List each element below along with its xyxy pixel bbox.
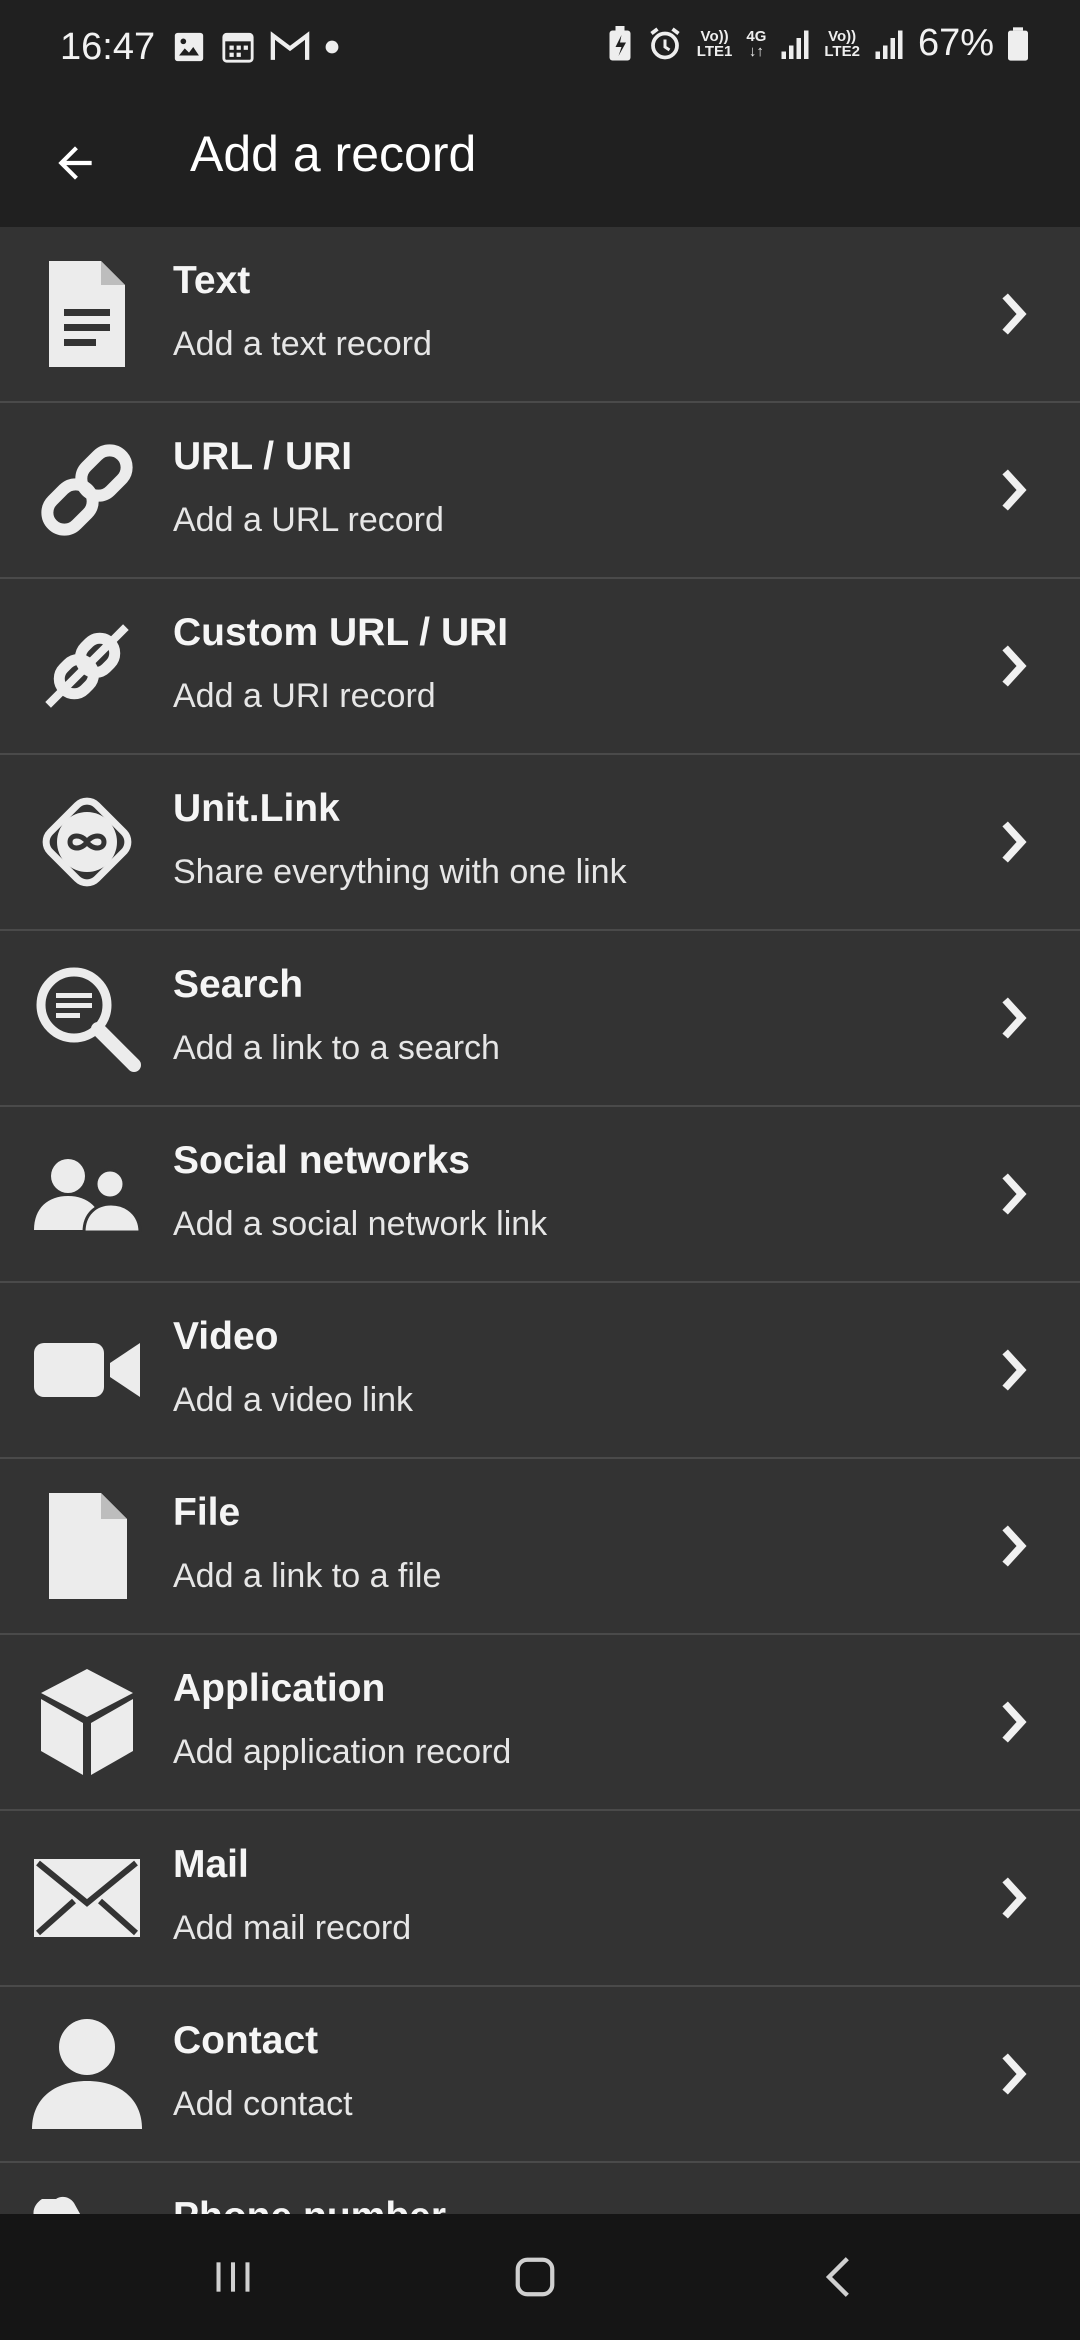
record-item-subtitle: Add a video link xyxy=(173,1381,414,1419)
recent-apps-button[interactable] xyxy=(193,2242,273,2312)
record-item-url[interactable]: URL / URI Add a URL record xyxy=(0,403,1080,579)
record-item-title: Phone number xyxy=(173,2193,446,2214)
calendar-icon xyxy=(222,32,254,63)
record-item-video[interactable]: Video Add a video link xyxy=(0,1283,1080,1459)
record-item-custom-url[interactable]: Custom URL / URI Add a URI record xyxy=(0,579,1080,755)
gmail-icon xyxy=(270,31,310,60)
record-item-title: Text xyxy=(173,259,251,302)
record-item-subtitle: Add contact xyxy=(173,2085,353,2123)
status-time: 16:47 xyxy=(60,26,156,68)
link-icon xyxy=(30,433,144,547)
record-item-subtitle: Add a URL record xyxy=(173,501,444,539)
network-4g-icon: 4G ↓↑ xyxy=(746,27,767,60)
system-back-button[interactable] xyxy=(800,2242,880,2312)
system-navigation-bar xyxy=(0,2214,1080,2340)
gallery-icon xyxy=(174,32,204,62)
custom-link-icon xyxy=(30,609,144,723)
back-chevron-icon xyxy=(825,2257,849,2297)
chevron-right-icon xyxy=(990,991,1040,1045)
volte-sim2-icon: Vo)) LTE2 xyxy=(824,27,860,60)
page-title: Add a record xyxy=(190,126,477,182)
home-button[interactable] xyxy=(495,2242,575,2312)
cube-icon xyxy=(30,1665,144,1779)
home-icon xyxy=(515,2257,555,2297)
text-document-icon xyxy=(30,257,144,371)
phone-icon xyxy=(30,2193,144,2214)
record-item-title: Unit.Link xyxy=(173,787,340,830)
record-item-search[interactable]: Search Add a link to a search xyxy=(0,931,1080,1107)
volte-sim1-icon: Vo)) LTE1 xyxy=(696,27,733,60)
record-item-text[interactable]: Text Add a text record xyxy=(0,227,1080,403)
app-bar: Add a record xyxy=(0,100,1080,227)
record-item-title: Video xyxy=(173,1315,279,1358)
chevron-right-icon xyxy=(990,287,1040,341)
chevron-right-icon xyxy=(990,1695,1040,1749)
record-item-subtitle: Add mail record xyxy=(173,1909,412,1947)
person-icon xyxy=(30,2017,144,2131)
record-item-phone-number[interactable]: Phone number xyxy=(0,2163,1080,2214)
back-button[interactable] xyxy=(40,128,110,198)
record-item-subtitle: Share everything with one link xyxy=(173,853,627,891)
arrow-back-icon xyxy=(58,146,92,180)
notification-icons xyxy=(172,30,340,64)
chevron-right-icon xyxy=(990,1871,1040,1925)
battery-saver-icon xyxy=(609,25,631,60)
record-item-title: Social networks xyxy=(173,1139,470,1182)
record-item-subtitle: Add a text record xyxy=(173,325,432,363)
record-item-application[interactable]: Application Add application record xyxy=(0,1635,1080,1811)
record-type-list: Text Add a text record URL / URI Add a U… xyxy=(0,227,1080,2214)
record-item-social-networks[interactable]: Social networks Add a social network lin… xyxy=(0,1107,1080,1283)
signal-sim2-icon xyxy=(875,30,903,59)
chevron-right-icon xyxy=(990,2047,1040,2101)
record-item-subtitle: Add a social network link xyxy=(173,1205,548,1243)
unit-link-icon xyxy=(30,785,144,899)
status-bar: 16:47 Vo)) LTE1 4G ↓↑ Vo)) LTE2 67% xyxy=(0,0,1080,100)
record-item-title: Search xyxy=(173,963,304,1006)
record-item-contact[interactable]: Contact Add contact xyxy=(0,1987,1080,2163)
record-item-title: File xyxy=(173,1491,241,1534)
recent-apps-icon xyxy=(216,2262,250,2292)
signal-sim1-icon xyxy=(781,30,809,59)
search-icon xyxy=(30,961,144,1075)
chevron-right-icon xyxy=(990,815,1040,869)
more-notifications-dot-icon xyxy=(325,40,339,54)
battery-percentage: 67% xyxy=(917,22,994,64)
alarm-icon xyxy=(650,27,680,59)
envelope-icon xyxy=(30,1841,144,1955)
video-camera-icon xyxy=(30,1313,144,1427)
chevron-right-icon xyxy=(990,1167,1040,1221)
people-icon xyxy=(30,1137,144,1251)
record-item-subtitle: Add application record xyxy=(173,1733,512,1771)
chevron-right-icon xyxy=(990,639,1040,693)
record-item-title: Contact xyxy=(173,2019,319,2062)
chevron-right-icon xyxy=(990,463,1040,517)
record-item-title: URL / URI xyxy=(173,435,353,478)
record-item-title: Application xyxy=(173,1667,386,1710)
record-item-file[interactable]: File Add a link to a file xyxy=(0,1459,1080,1635)
record-item-subtitle: Add a URI record xyxy=(173,677,436,715)
record-item-unit-link[interactable]: Unit.Link Share everything with one link xyxy=(0,755,1080,931)
record-item-subtitle: Add a link to a search xyxy=(173,1029,500,1067)
status-right: Vo)) LTE1 4G ↓↑ Vo)) LTE2 67% xyxy=(607,22,1028,65)
battery-icon xyxy=(1008,26,1028,61)
record-item-title: Custom URL / URI xyxy=(173,611,509,654)
file-icon xyxy=(30,1489,144,1603)
record-item-title: Mail xyxy=(173,1843,249,1886)
chevron-right-icon xyxy=(990,1343,1040,1397)
record-item-subtitle: Add a link to a file xyxy=(173,1557,442,1595)
chevron-right-icon xyxy=(990,1519,1040,1573)
record-item-mail[interactable]: Mail Add mail record xyxy=(0,1811,1080,1987)
